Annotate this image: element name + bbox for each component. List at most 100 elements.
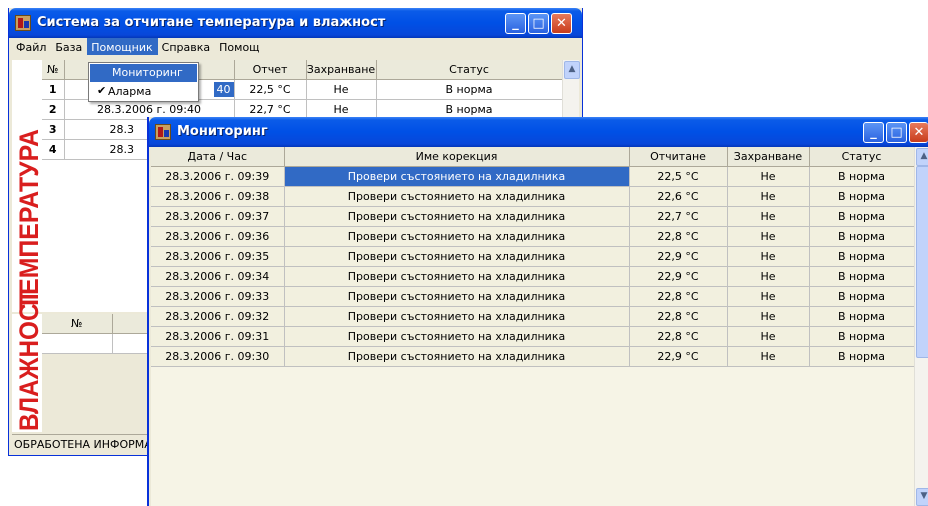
row-reading: 22,5 °C [629, 166, 728, 187]
monitoring-minimize-button[interactable]: _ [863, 122, 884, 143]
row-reading: 22,8 °C [629, 326, 728, 347]
table-row[interactable]: 28.3.2006 г. 09:35 Провери състоянието на… [151, 246, 915, 267]
column-header-number[interactable]: № [42, 60, 65, 80]
monitoring-window: Мониторинг _ □ ✕ Дата / Час Име корекция… [147, 117, 928, 506]
row-reading: 22,5 °C [234, 79, 307, 100]
row-power: Не [727, 246, 810, 267]
table-row[interactable]: 28.3.2006 г. 09:31 Провери състоянието на… [151, 326, 915, 347]
menu-assistant[interactable]: Помощник [87, 38, 158, 55]
menu-database[interactable]: База [51, 38, 87, 55]
menu-reference[interactable]: Справка [158, 38, 215, 55]
table-row[interactable]: 28.3.2006 г. 09:39 Провери състоянието на… [151, 166, 915, 187]
row-correction-name: Провери състоянието на хладилника [284, 286, 630, 307]
row-number: 1 [42, 79, 65, 100]
row-correction-name: Провери състоянието на хладилника [284, 166, 630, 187]
row-status: В норма [809, 306, 915, 327]
maximize-icon: □ [890, 125, 903, 140]
scroll-up-icon[interactable]: ▲ [916, 148, 928, 166]
row-power: Не [727, 306, 810, 327]
row-correction-name: Провери състоянието на хладилника [284, 266, 630, 287]
temperature-label-panel: ТЕМПЕРАТУРА [12, 60, 44, 312]
row-number: 2 [42, 99, 65, 120]
monitoring-title-bar[interactable]: Мониторинг _ □ ✕ [149, 117, 928, 147]
table-row[interactable]: 28.3.2006 г. 09:36 Провери състоянието на… [151, 226, 915, 247]
humidity-column-number[interactable]: № [42, 314, 113, 334]
temperature-label: ТЕМПЕРАТУРА [14, 129, 44, 310]
scroll-up-icon[interactable]: ▲ [564, 61, 580, 79]
row-datetime: 28.3.2006 г. 09:31 [151, 326, 285, 347]
table-row[interactable]: 28.3.2006 г. 09:38 Провери състоянието на… [151, 186, 915, 207]
row-datetime: 28.3.2006 г. 09:36 [151, 226, 285, 247]
row-reading: 22,6 °C [629, 186, 728, 207]
close-button[interactable]: ✕ [551, 13, 572, 34]
row-status: В норма [809, 186, 915, 207]
row-reading: 22,9 °C [629, 346, 728, 367]
humidity-label-panel: ВЛАЖНОСТ [12, 289, 44, 432]
main-window-title: Система за отчитане температура и влажно… [37, 15, 386, 30]
row-correction-name: Провери състоянието на хладилника [284, 306, 630, 327]
humidity-label: ВЛАЖНОСТ [14, 289, 44, 431]
minimize-icon: _ [512, 16, 519, 31]
close-icon: ✕ [556, 16, 567, 31]
table-row[interactable]: 28.3.2006 г. 09:34 Провери състоянието на… [151, 266, 915, 287]
minimize-icon: _ [870, 125, 877, 140]
row-status: В норма [809, 326, 915, 347]
row-power: Не [727, 226, 810, 247]
row-power: Не [727, 326, 810, 347]
menu-file[interactable]: Файл [12, 38, 51, 55]
row-power: Не [727, 206, 810, 227]
row-datetime: 28.3.2006 г. 09:35 [151, 246, 285, 267]
row-reading: 22,8 °C [629, 306, 728, 327]
row-reading: 22,7 °C [629, 206, 728, 227]
row-power: Не [727, 346, 810, 367]
maximize-button[interactable]: □ [528, 13, 549, 34]
row-reading: 22,8 °C [629, 226, 728, 247]
column-header-status[interactable]: Статус [809, 147, 915, 167]
row-status: В норма [809, 226, 915, 247]
row-status: В норма [376, 79, 563, 100]
maximize-icon: □ [532, 16, 545, 31]
app-icon [15, 15, 31, 31]
row-datetime: 28.3.2006 г. 09:30 [151, 346, 285, 367]
row-power: Не [727, 286, 810, 307]
row-datetime: 28.3.2006 г. 09:33 [151, 286, 285, 307]
scroll-down-icon[interactable]: ▼ [916, 488, 928, 506]
monitoring-close-button[interactable]: ✕ [909, 122, 928, 143]
menu-item-alarm-label: Аларма [108, 85, 152, 98]
menu-item-monitoring[interactable]: Мониторинг [90, 64, 197, 82]
row-number: 3 [42, 119, 65, 140]
column-header-power[interactable]: Захранване [727, 147, 810, 167]
close-icon: ✕ [913, 125, 925, 140]
assistant-dropdown: Мониторинг ✔ Аларма [88, 62, 199, 102]
monitoring-scrollbar[interactable]: ▲ ▼ [914, 147, 928, 506]
monitoring-app-icon [155, 124, 171, 140]
row-status: В норма [809, 206, 915, 227]
column-header-reading[interactable]: Отчитане [629, 147, 728, 167]
table-row[interactable]: 28.3.2006 г. 09:30 Провери състоянието на… [151, 346, 915, 367]
menu-item-alarm[interactable]: ✔ Аларма [90, 83, 197, 101]
column-header-status[interactable]: Статус [376, 60, 563, 80]
table-row[interactable]: 28.3.2006 г. 09:33 Провери състоянието на… [151, 286, 915, 307]
main-title-bar[interactable]: Система за отчитане температура и влажно… [9, 8, 582, 38]
monitoring-table-panel: Дата / Час Име корекция Отчитане Захранв… [151, 147, 915, 506]
table-row[interactable]: 28.3.2006 г. 09:32 Провери състоянието на… [151, 306, 915, 327]
minimize-button[interactable]: _ [505, 13, 526, 34]
monitoring-table: Дата / Час Име корекция Отчитане Захранв… [151, 147, 915, 367]
row-correction-name: Провери състоянието на хладилника [284, 186, 630, 207]
column-header-reading[interactable]: Отчет [234, 60, 307, 80]
scroll-thumb[interactable] [916, 166, 928, 358]
row-reading: 22,9 °C [629, 246, 728, 267]
row-datetime: 28.3.2006 г. 09:34 [151, 266, 285, 287]
row-status: В норма [809, 346, 915, 367]
monitoring-maximize-button[interactable]: □ [886, 122, 907, 143]
column-header-power[interactable]: Захранване [306, 60, 377, 80]
checkmark-icon: ✔ [97, 84, 107, 97]
row-status: В норма [809, 266, 915, 287]
column-header-datetime[interactable]: Дата / Час [151, 147, 285, 167]
partial-time: 40 [213, 82, 233, 97]
row-power: Не [727, 266, 810, 287]
table-row[interactable]: 28.3.2006 г. 09:37 Провери състоянието на… [151, 206, 915, 227]
menu-bar: Файл База Помощник Справка Помощ [12, 38, 579, 58]
menu-help[interactable]: Помощ [215, 38, 264, 55]
column-header-correction-name[interactable]: Име корекция [284, 147, 630, 167]
